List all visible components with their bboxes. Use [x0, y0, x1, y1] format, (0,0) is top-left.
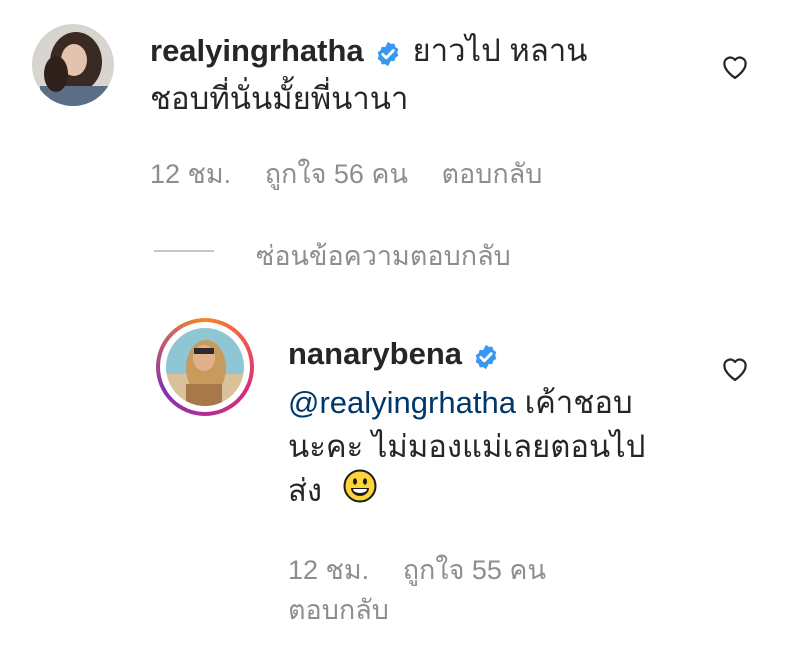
- reply-likes[interactable]: ถูกใจ 55 คน: [403, 555, 546, 585]
- comment-text-line-1: ยาวไป หลาน: [412, 33, 588, 68]
- comment-text-line-2: ชอบที่นั่นมั้ยพี่นานา: [150, 81, 409, 116]
- verified-badge-icon: [472, 343, 500, 376]
- reply-line-1: nanarybena: [288, 336, 500, 376]
- reply-reply-button[interactable]: ตอบกลับ: [288, 588, 389, 631]
- heart-icon: [723, 56, 747, 79]
- comment-reply-button[interactable]: ตอบกลับ: [441, 159, 542, 189]
- commenter-avatar[interactable]: [32, 24, 114, 106]
- reply-text-line-3: ส่ง: [288, 468, 377, 516]
- verified-badge-icon: [374, 40, 402, 73]
- comment-line-1: realyingrhatha ยาวไป หลาน: [150, 28, 587, 74]
- reply-text-line-2: นะคะ ไม่มองแม่เลยตอนไป: [288, 429, 646, 464]
- commenter-username[interactable]: realyingrhatha: [150, 33, 364, 68]
- replies-divider: [154, 250, 214, 252]
- reply-like-button[interactable]: [720, 354, 752, 382]
- reply-text-line-1: @realyingrhatha เค้าชอบ: [288, 380, 633, 426]
- comment-likes[interactable]: ถูกใจ 56 คน: [265, 159, 408, 189]
- reply-meta: 12 ชม. ถูกใจ 55 คน: [288, 548, 546, 591]
- comment-like-button[interactable]: [720, 52, 752, 80]
- reply-time: 12 ชม.: [288, 555, 370, 585]
- comment-meta: 12 ชม. ถูกใจ 56 คน ตอบกลับ: [150, 152, 542, 195]
- grinning-face-emoji-icon: [343, 469, 377, 516]
- reply-mention-link[interactable]: @realyingrhatha: [288, 385, 516, 420]
- replier-avatar[interactable]: [156, 318, 254, 416]
- commenter-avatar-image: [32, 24, 114, 106]
- replier-username[interactable]: nanarybena: [288, 336, 462, 371]
- reply-text-rest: เค้าชอบ: [524, 385, 633, 420]
- hide-replies-button[interactable]: ซ่อนข้อความตอบกลับ: [256, 234, 511, 277]
- replier-avatar-image: [166, 328, 244, 406]
- heart-icon: [723, 358, 747, 381]
- comment-time: 12 ชม.: [150, 159, 232, 189]
- reply-text-end: ส่ง: [288, 473, 323, 508]
